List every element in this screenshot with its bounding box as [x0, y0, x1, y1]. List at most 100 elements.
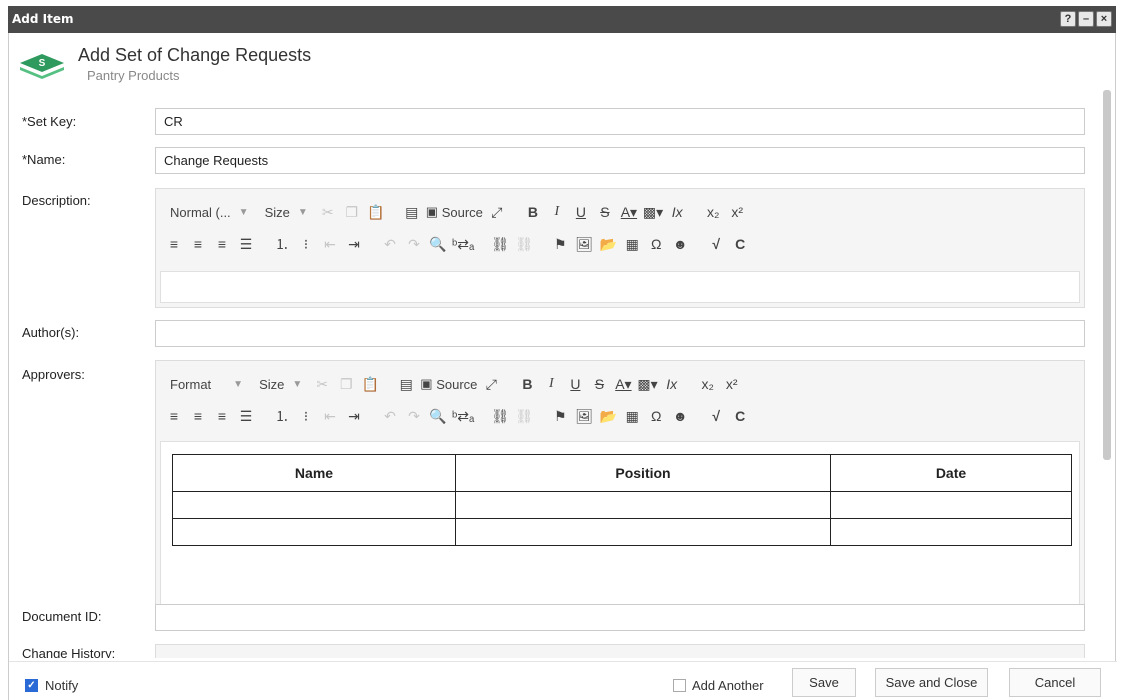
- templates-icon[interactable]: ▤: [396, 372, 416, 396]
- indent-icon[interactable]: ⇥: [344, 404, 364, 428]
- subscript-icon[interactable]: x₂: [703, 200, 723, 224]
- add-another-checkbox[interactable]: [673, 679, 686, 692]
- form-area[interactable]: *Set Key: *Name: Description: Normal (..…: [9, 88, 1117, 658]
- vertical-scrollbar[interactable]: [1103, 88, 1111, 658]
- link-icon[interactable]: ⛓: [490, 232, 510, 256]
- align-center-icon[interactable]: ≡: [188, 404, 208, 428]
- undo-icon[interactable]: ↶: [380, 404, 400, 428]
- superscript-icon[interactable]: x²: [727, 200, 747, 224]
- align-left-icon[interactable]: ≡: [164, 232, 184, 256]
- remove-format-icon[interactable]: Ix: [662, 372, 682, 396]
- justify-icon[interactable]: ☰: [236, 404, 256, 428]
- replace-icon[interactable]: ᵇ⇄ₐ: [452, 232, 474, 256]
- table-cell[interactable]: [455, 518, 831, 546]
- table-cell[interactable]: [830, 491, 1072, 519]
- image-icon[interactable]: 🖼: [574, 404, 594, 428]
- superscript-icon[interactable]: x²: [722, 372, 742, 396]
- source-button[interactable]: ▣ Source: [426, 200, 483, 224]
- table-cell[interactable]: [830, 518, 1072, 546]
- align-right-icon[interactable]: ≡: [212, 404, 232, 428]
- maximize-icon[interactable]: ⤢: [487, 200, 507, 224]
- cut-icon[interactable]: ✂: [312, 372, 332, 396]
- redo-icon[interactable]: ↷: [404, 232, 424, 256]
- folder-icon[interactable]: 📂: [598, 404, 618, 428]
- bold-icon[interactable]: B: [517, 372, 537, 396]
- justify-icon[interactable]: ☰: [236, 232, 256, 256]
- math-icon[interactable]: √: [706, 232, 726, 256]
- smiley-icon[interactable]: ☻: [670, 232, 690, 256]
- strikethrough-icon[interactable]: S: [589, 372, 609, 396]
- unlink-icon[interactable]: ⛓: [514, 404, 534, 428]
- name-input[interactable]: [155, 147, 1085, 174]
- close-icon[interactable]: ×: [1096, 11, 1112, 27]
- scrollbar-thumb[interactable]: [1103, 90, 1111, 460]
- maximize-icon[interactable]: ⤢: [481, 372, 501, 396]
- subscript-icon[interactable]: x₂: [698, 372, 718, 396]
- set-key-input[interactable]: [155, 108, 1085, 135]
- cancel-button[interactable]: Cancel: [1009, 668, 1101, 697]
- bullet-list-icon[interactable]: ⁝: [296, 232, 316, 256]
- numbered-list-icon[interactable]: ⒈: [272, 404, 292, 428]
- smiley-icon[interactable]: ☻: [670, 404, 690, 428]
- table-cell[interactable]: [455, 491, 831, 519]
- align-right-icon[interactable]: ≡: [212, 232, 232, 256]
- format-combo[interactable]: Normal (... ▼: [164, 200, 255, 224]
- table-icon[interactable]: ▦: [622, 404, 642, 428]
- image-icon[interactable]: 🖼: [574, 232, 594, 256]
- remove-format-icon[interactable]: Ix: [667, 200, 687, 224]
- bg-color-icon[interactable]: ▩▾: [637, 372, 657, 396]
- bold-icon[interactable]: B: [523, 200, 543, 224]
- underline-icon[interactable]: U: [571, 200, 591, 224]
- bullet-list-icon[interactable]: ⁝: [296, 404, 316, 428]
- underline-icon[interactable]: U: [565, 372, 585, 396]
- templates-icon[interactable]: ▤: [402, 200, 422, 224]
- unlink-icon[interactable]: ⛓: [514, 232, 534, 256]
- help-icon[interactable]: ?: [1060, 11, 1076, 27]
- source-button[interactable]: ▣ Source: [420, 372, 477, 396]
- copy-icon[interactable]: ❐: [342, 200, 362, 224]
- numbered-list-icon[interactable]: ⒈: [272, 232, 292, 256]
- anchor-icon[interactable]: ⚑: [550, 232, 570, 256]
- table-icon[interactable]: ▦: [622, 232, 642, 256]
- text-color-icon[interactable]: A▾: [613, 372, 633, 396]
- text-color-icon[interactable]: A▾: [619, 200, 639, 224]
- folder-icon[interactable]: 📂: [598, 232, 618, 256]
- format-combo[interactable]: Format ▼: [164, 372, 249, 396]
- paste-icon[interactable]: 📋: [360, 372, 380, 396]
- strikethrough-icon[interactable]: S: [595, 200, 615, 224]
- link-icon[interactable]: ⛓: [490, 404, 510, 428]
- redo-icon[interactable]: ↷: [404, 404, 424, 428]
- notify-checkbox[interactable]: ✓: [25, 679, 38, 692]
- align-center-icon[interactable]: ≡: [188, 232, 208, 256]
- italic-icon[interactable]: I: [541, 372, 561, 396]
- copy-icon[interactable]: ❐: [336, 372, 356, 396]
- undo-icon[interactable]: ↶: [380, 232, 400, 256]
- minimize-icon[interactable]: –: [1078, 11, 1094, 27]
- special-char-icon[interactable]: Ω: [646, 404, 666, 428]
- table-cell[interactable]: [172, 491, 456, 519]
- special-char-icon[interactable]: Ω: [646, 232, 666, 256]
- find-icon[interactable]: 🔍: [428, 404, 448, 428]
- outdent-icon[interactable]: ⇤: [320, 232, 340, 256]
- outdent-icon[interactable]: ⇤: [320, 404, 340, 428]
- cut-icon[interactable]: ✂: [318, 200, 338, 224]
- bg-color-icon[interactable]: ▩▾: [643, 200, 663, 224]
- save-and-close-button[interactable]: Save and Close: [875, 668, 988, 697]
- align-left-icon[interactable]: ≡: [164, 404, 184, 428]
- italic-icon[interactable]: I: [547, 200, 567, 224]
- authors-input[interactable]: [155, 320, 1085, 347]
- description-edit-area[interactable]: [160, 271, 1080, 303]
- size-combo[interactable]: Size ▼: [259, 200, 314, 224]
- size-combo[interactable]: Size ▼: [253, 372, 308, 396]
- find-icon[interactable]: 🔍: [428, 232, 448, 256]
- save-button[interactable]: Save: [792, 668, 856, 697]
- indent-icon[interactable]: ⇥: [344, 232, 364, 256]
- approvers-table[interactable]: Name Position Date: [172, 454, 1072, 546]
- anchor-icon[interactable]: ⚑: [550, 404, 570, 428]
- replace-icon[interactable]: ᵇ⇄ₐ: [452, 404, 474, 428]
- table-cell[interactable]: [172, 518, 456, 546]
- paste-icon[interactable]: 📋: [366, 200, 386, 224]
- citation-icon[interactable]: C: [730, 232, 750, 256]
- citation-icon[interactable]: C: [730, 404, 750, 428]
- document-id-input[interactable]: [155, 604, 1085, 631]
